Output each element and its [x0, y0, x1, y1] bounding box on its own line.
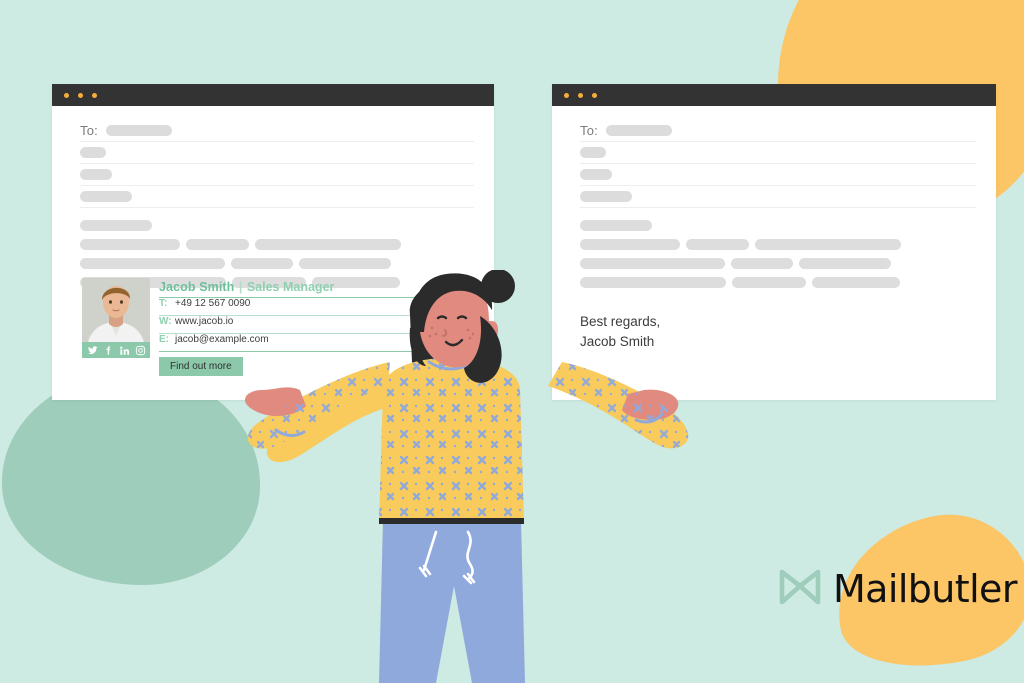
titlebar-dot-maximize[interactable] — [92, 92, 97, 98]
signature-phone-key: T: — [159, 298, 168, 309]
field-placeholder — [580, 147, 606, 158]
field-placeholder — [80, 169, 112, 180]
field-placeholder — [80, 191, 132, 202]
signature-email-key: E: — [159, 334, 169, 345]
field-placeholder — [580, 191, 632, 202]
titlebar-dot-minimize[interactable] — [578, 92, 583, 98]
find-out-more-button[interactable]: Find out more — [159, 357, 243, 376]
body-line — [580, 239, 976, 250]
mailbutler-logo-text: Mailbutler — [833, 566, 1017, 611]
signature-social-bar — [82, 342, 150, 358]
email-field-row-4[interactable] — [80, 186, 474, 208]
avatar — [82, 278, 150, 342]
body-bar — [580, 239, 680, 250]
to-label: To: — [580, 123, 598, 138]
mailbutler-logo: Mailbutler — [778, 566, 1017, 611]
signature-photo-column — [82, 278, 150, 358]
signature-web-key: W: — [159, 316, 172, 327]
body-bar — [580, 220, 652, 231]
titlebar-dot-minimize[interactable] — [78, 92, 83, 98]
to-value-placeholder — [605, 125, 672, 136]
body-bar — [80, 220, 152, 231]
email-field-row-4[interactable] — [580, 186, 976, 208]
instagram-icon[interactable] — [135, 345, 146, 356]
window-titlebar — [552, 84, 996, 106]
body-bar — [812, 277, 900, 288]
body-bar — [686, 239, 749, 250]
email-field-row-3[interactable] — [580, 164, 976, 186]
email-field-row-2[interactable] — [80, 142, 474, 164]
body-bar — [80, 258, 225, 269]
screenshot-canvas: To: Jacob Smith | Sales Manager T: +49 1… — [0, 0, 1024, 683]
body-bar — [755, 239, 901, 250]
titlebar-dot-close[interactable] — [64, 92, 69, 98]
body-bar — [799, 258, 891, 269]
signature-name: Jacob Smith — [159, 280, 235, 294]
mailbutler-logo-mark — [778, 566, 822, 611]
signature-web-value[interactable]: www.jacob.io — [175, 316, 233, 327]
twitter-icon[interactable] — [87, 345, 98, 356]
field-placeholder — [580, 169, 612, 180]
shrugging-woman-illustration — [240, 269, 710, 683]
body-line — [580, 258, 976, 269]
email-field-to[interactable]: To: — [80, 120, 474, 142]
linkedin-icon[interactable] — [119, 345, 130, 356]
field-placeholder — [80, 147, 106, 158]
body-bar — [186, 239, 249, 250]
email-field-to[interactable]: To: — [580, 120, 976, 142]
body-line — [80, 258, 474, 269]
body-bar — [80, 239, 180, 250]
titlebar-dot-maximize[interactable] — [592, 92, 597, 98]
body-bar — [732, 277, 806, 288]
body-line — [580, 220, 976, 231]
window-titlebar — [52, 84, 494, 106]
titlebar-dot-close[interactable] — [564, 92, 569, 98]
body-line — [80, 220, 474, 231]
body-bar — [255, 239, 401, 250]
body-line — [80, 239, 474, 250]
email-field-row-3[interactable] — [80, 164, 474, 186]
email-field-row-2[interactable] — [580, 142, 976, 164]
to-value-placeholder — [105, 125, 172, 136]
facebook-icon[interactable] — [103, 345, 114, 356]
body-bar — [580, 258, 725, 269]
body-bar — [299, 258, 391, 269]
body-bar — [731, 258, 793, 269]
to-label: To: — [80, 123, 98, 138]
decorative-blob-green-left — [2, 373, 260, 585]
body-bar — [231, 258, 293, 269]
